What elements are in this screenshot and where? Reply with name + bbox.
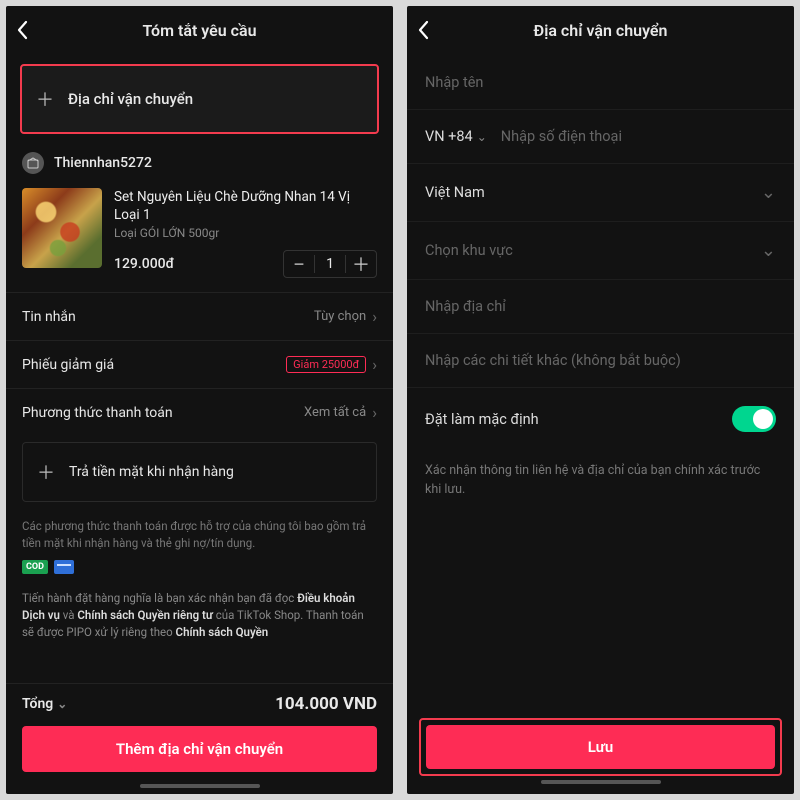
product-thumbnail[interactable]: [22, 188, 102, 268]
seller-avatar: [22, 152, 44, 174]
voucher-badge: Giảm 25000đ: [286, 356, 366, 373]
payment-method-row[interactable]: Phương thức thanh toán Xem tất cả›: [6, 389, 393, 436]
qty-value: 1: [315, 256, 345, 272]
chevron-down-icon: ⌄: [57, 697, 67, 711]
back-button[interactable]: [16, 6, 30, 54]
default-toggle[interactable]: [732, 406, 776, 432]
privacy-link[interactable]: Chính sách Quyền riêng tư: [77, 608, 213, 622]
chevron-left-icon: [417, 20, 431, 40]
home-indicator: [140, 784, 260, 788]
chevron-right-icon: ›: [372, 307, 377, 326]
product-info: Set Nguyên Liệu Chè Dưỡng Nhan 14 Vị Loạ…: [114, 188, 377, 278]
total-label[interactable]: Tổng⌄: [22, 696, 67, 712]
product-variant: Loại GÓI LỚN 500gr: [114, 226, 377, 240]
payment-disclaimer: Các phương thức thanh toán được hỗ trợ c…: [6, 512, 393, 559]
content: ＋ Địa chỉ vận chuyển Thiennhan5272 Set N…: [6, 54, 393, 683]
total-value: 104.000 VND: [275, 694, 377, 714]
screen-address-form: Địa chỉ vận chuyển Nhập tên VN +84⌄ Nhập…: [407, 6, 794, 794]
voucher-row[interactable]: Phiếu giảm giá Giảm 25000đ ›: [6, 341, 393, 388]
chevron-down-icon: ⌄: [477, 130, 487, 144]
name-field[interactable]: Nhập tên: [407, 56, 794, 110]
plus-icon: ＋: [37, 459, 55, 485]
header: Tóm tắt yêu cầu: [6, 6, 393, 54]
add-address-label: Địa chỉ vận chuyển: [68, 90, 193, 108]
payment-icons: COD: [6, 560, 393, 584]
phone-field[interactable]: VN +84⌄ Nhập số điện thoại: [407, 110, 794, 164]
header-title: Tóm tắt yêu cầu: [142, 21, 256, 40]
country-field[interactable]: Việt Nam ⌄: [407, 164, 794, 222]
region-field[interactable]: Chọn khu vực ⌄: [407, 222, 794, 280]
default-toggle-row: Đặt làm mặc định: [407, 388, 794, 450]
payment-option-label: Trả tiền mặt khi nhận hàng: [69, 464, 234, 480]
detail-field[interactable]: Nhập các chi tiết khác (không bắt buộc): [407, 334, 794, 388]
voucher-label: Phiếu giảm giá: [22, 357, 114, 373]
header-title: Địa chỉ vận chuyển: [534, 21, 668, 40]
address-field[interactable]: Nhập địa chỉ: [407, 280, 794, 334]
message-label: Tin nhắn: [22, 309, 76, 325]
product-title: Set Nguyên Liệu Chè Dưỡng Nhan 14 Vị Loạ…: [114, 188, 377, 224]
default-toggle-label: Đặt làm mặc định: [425, 411, 539, 428]
add-shipping-address-button[interactable]: ＋ Địa chỉ vận chuyển: [20, 64, 379, 134]
address-form: Nhập tên VN +84⌄ Nhập số điện thoại Việt…: [407, 54, 794, 500]
save-button-highlight: Lưu: [419, 718, 782, 776]
qty-minus-button[interactable]: −: [284, 251, 314, 277]
chevron-down-icon: ⌄: [761, 182, 776, 203]
card-icon: [54, 560, 74, 574]
cod-icon: COD: [22, 560, 48, 574]
shop-icon: [27, 157, 39, 169]
qty-plus-button[interactable]: ＋: [346, 251, 376, 277]
home-indicator: [541, 780, 661, 784]
product-row: Set Nguyên Liệu Chè Dưỡng Nhan 14 Vị Loạ…: [6, 184, 393, 292]
total-bar: Tổng⌄ 104.000 VND: [6, 683, 393, 720]
back-button[interactable]: [417, 6, 431, 54]
message-row[interactable]: Tin nhắn Tùy chọn›: [6, 293, 393, 340]
product-price: 129.000đ: [114, 256, 174, 272]
chevron-down-icon: ⌄: [761, 240, 776, 261]
pipo-policy-link[interactable]: Chính sách Quyền: [176, 625, 269, 639]
chevron-left-icon: [16, 20, 30, 40]
seller-name: Thiennhan5272: [54, 155, 152, 171]
header: Địa chỉ vận chuyển: [407, 6, 794, 54]
confirm-text: Xác nhận thông tin liên hệ và địa chỉ củ…: [407, 450, 794, 500]
save-button[interactable]: Lưu: [426, 725, 775, 769]
terms-text: Tiến hành đặt hàng nghĩa là bạn xác nhận…: [6, 584, 393, 650]
seller-row[interactable]: Thiennhan5272: [6, 148, 393, 184]
country-code-picker[interactable]: VN +84⌄: [425, 128, 487, 145]
quantity-stepper: − 1 ＋: [283, 250, 377, 278]
chevron-right-icon: ›: [372, 403, 377, 422]
payment-option-cod[interactable]: ＋ Trả tiền mặt khi nhận hàng: [22, 442, 377, 502]
plus-icon: ＋: [36, 86, 54, 112]
add-address-primary-button[interactable]: Thêm địa chỉ vận chuyển: [22, 726, 377, 772]
screen-order-summary: Tóm tắt yêu cầu ＋ Địa chỉ vận chuyển Thi…: [6, 6, 393, 794]
payment-method-label: Phương thức thanh toán: [22, 405, 173, 421]
chevron-right-icon: ›: [372, 355, 377, 374]
